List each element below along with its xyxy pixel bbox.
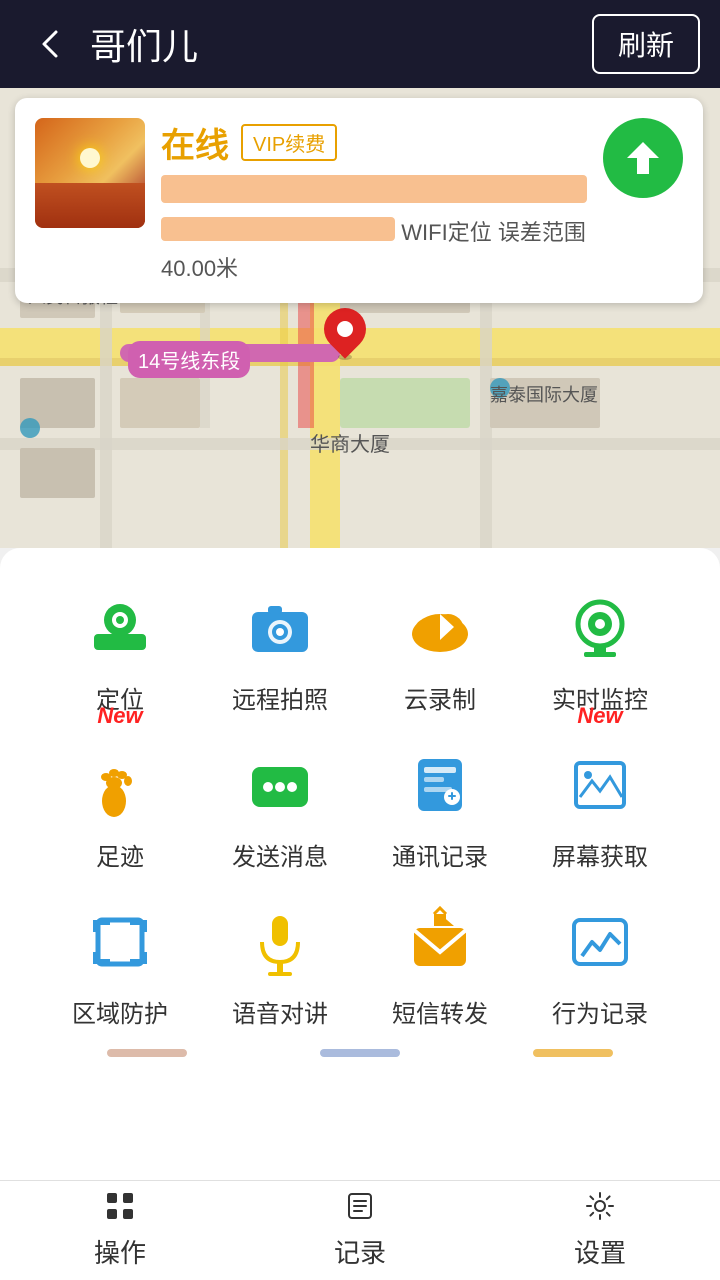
peek-row — [40, 1039, 680, 1067]
feature-remote-photo[interactable]: 远程拍照 — [200, 568, 360, 725]
feature-screen-capture[interactable]: 屏幕获取 — [520, 725, 680, 882]
screen-capture-icon-wrap — [560, 745, 640, 825]
peek-item-2 — [320, 1049, 400, 1057]
feature-voice-intercom[interactable]: 语音对讲 — [200, 882, 360, 1039]
sms-forward-icon-wrap — [400, 902, 480, 982]
map-pin — [320, 308, 370, 373]
behavior-log-label: 行为记录 — [552, 994, 648, 1029]
settings-label: 设置 — [574, 1233, 626, 1270]
send-message-icon-wrap — [240, 745, 320, 825]
voice-intercom-icon-wrap — [240, 902, 320, 982]
sms-forward-label: 短信转发 — [392, 994, 488, 1029]
remote-photo-icon-wrap — [240, 588, 320, 668]
function-panel: 定位 New 远程拍照 — [0, 548, 720, 1188]
top-navigation-bar: 哥们儿 刷新 — [0, 0, 720, 88]
feature-contact-log[interactable]: 通讯记录 — [360, 725, 520, 882]
nav-records[interactable]: 记录 — [260, 1191, 460, 1270]
map-label-jiata: 嘉泰国际大厦 — [490, 381, 598, 407]
feature-realtime-monitor[interactable]: 实时监控 New — [520, 568, 680, 725]
footprint-icon-wrap — [80, 745, 160, 825]
status-row: 在线 VIP续费 — [161, 118, 587, 167]
zone-protect-label: 区域防护 — [72, 994, 168, 1029]
screen-capture-label: 屏幕获取 — [552, 837, 648, 872]
online-status: 在线 — [161, 118, 229, 167]
contact-log-label: 通讯记录 — [392, 837, 488, 872]
refresh-button[interactable]: 刷新 — [592, 14, 700, 74]
locate-icon-wrap — [80, 588, 160, 668]
bottom-navigation: 操作 记录 设置 — [0, 1180, 720, 1280]
map-label-huashang: 华商大厦 — [310, 428, 390, 457]
nav-settings[interactable]: 设置 — [500, 1191, 700, 1270]
address-blurred-1 — [161, 175, 587, 203]
ops-label: 操作 — [94, 1233, 146, 1270]
peek-item-1 — [107, 1049, 187, 1057]
location-detail: WIFI定位 误差范围 — [401, 215, 586, 247]
address-blurred-2 — [161, 217, 395, 241]
contact-log-icon-wrap — [400, 745, 480, 825]
ops-icon — [105, 1191, 135, 1229]
send-message-label: 发送消息 — [232, 837, 328, 872]
nav-ops[interactable]: 操作 — [20, 1191, 220, 1270]
vip-badge[interactable]: VIP续费 — [241, 124, 337, 161]
feature-locate[interactable]: 定位 New — [40, 568, 200, 725]
cloud-record-icon-wrap — [400, 588, 480, 668]
remote-photo-label: 远程拍照 — [232, 680, 328, 715]
map-view: 📍 北京联合大学 商务学院 人民日报社 嘉泰国际大厦 民口报社 宿舍北区 14号… — [0, 88, 720, 548]
feature-grid: 定位 New 远程拍照 — [40, 568, 680, 1039]
page-title: 哥们儿 — [90, 18, 198, 70]
user-info-card: 在线 VIP续费 WIFI定位 误差范围 40.00米 — [15, 98, 703, 303]
map-label-subway: 14号线东段 — [128, 341, 250, 378]
settings-icon — [585, 1191, 615, 1229]
user-info-content: 在线 VIP续费 WIFI定位 误差范围 40.00米 — [161, 118, 587, 283]
behavior-log-icon-wrap — [560, 902, 640, 982]
footprint-label: 足迹 — [96, 837, 144, 872]
peek-bar-1 — [107, 1049, 187, 1057]
peek-bar-2 — [320, 1049, 400, 1057]
peek-item-3 — [533, 1049, 613, 1057]
records-label: 记录 — [334, 1233, 386, 1270]
records-icon — [345, 1191, 375, 1229]
feature-sms-forward[interactable]: 短信转发 — [360, 882, 520, 1039]
zone-protect-icon-wrap — [80, 902, 160, 982]
voice-intercom-label: 语音对讲 — [232, 994, 328, 1029]
feature-send-message[interactable]: 发送消息 — [200, 725, 360, 882]
feature-behavior-log[interactable]: 行为记录 — [520, 882, 680, 1039]
back-button[interactable] — [20, 14, 80, 74]
peek-bar-3 — [533, 1049, 613, 1057]
feature-zone-protect[interactable]: 区域防护 — [40, 882, 200, 1039]
realtime-monitor-icon-wrap — [560, 588, 640, 668]
feature-cloud-record[interactable]: 云录制 — [360, 568, 520, 725]
feature-footprint[interactable]: 足迹 — [40, 725, 200, 882]
user-avatar — [35, 118, 145, 228]
cloud-record-label: 云录制 — [404, 680, 476, 715]
navigation-button[interactable] — [603, 118, 683, 198]
distance: 40.00米 — [161, 251, 587, 283]
